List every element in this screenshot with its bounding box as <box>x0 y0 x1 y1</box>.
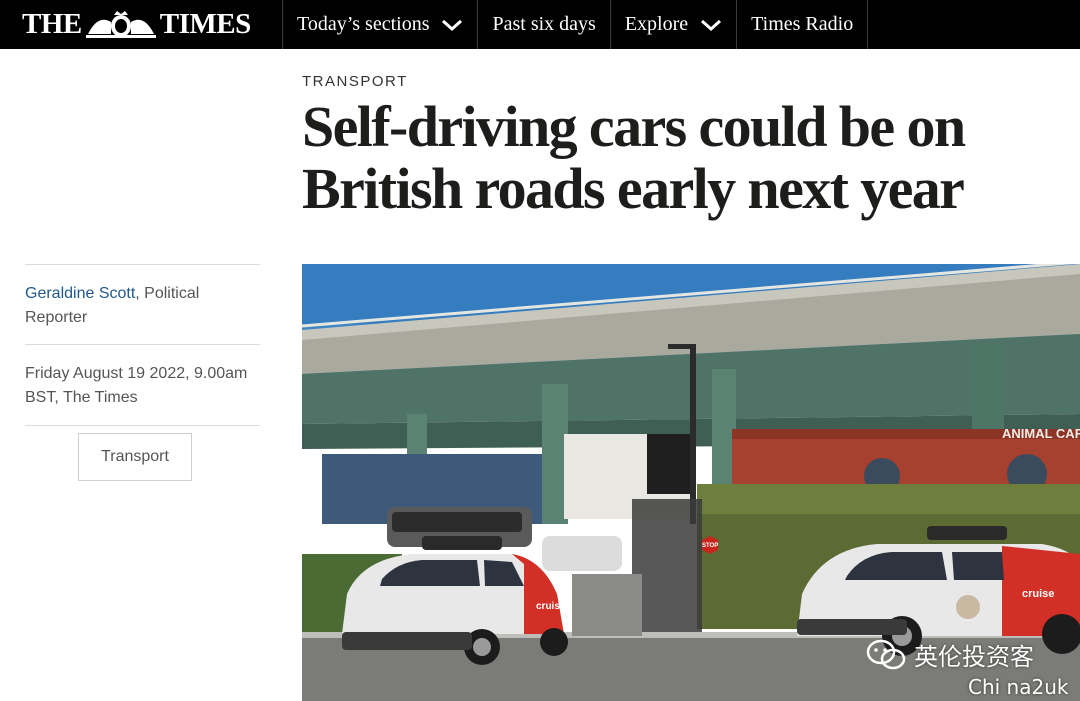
publish-date: Friday August 19 2022, 9.00am BST, The T… <box>25 365 248 406</box>
top-navigation-bar: THE TIMES Today’s sections Past six days… <box>0 0 1080 49</box>
logo-word-times: TIMES <box>159 8 251 40</box>
author-link[interactable]: Geraldine Scott <box>25 285 135 302</box>
byline: Geraldine Scott, Political Reporter <box>25 265 260 344</box>
article-headline: Self-driving cars could be on British ro… <box>302 96 1062 220</box>
nav-times-radio-label: Times Radio <box>751 13 854 35</box>
car-brand-right: cruise <box>1022 588 1054 600</box>
building-sign: ANIMAL CARE <box>1002 426 1080 441</box>
nav-times-radio[interactable]: Times Radio <box>736 0 869 49</box>
wechat-watermark-text: 英伦投资客 <box>914 643 1034 671</box>
headline-line-1: Self-driving cars could be on <box>302 94 966 159</box>
nav-todays-sections-label: Today’s sections <box>297 13 430 35</box>
article-meta: Geraldine Scott, Political Reporter Frid… <box>25 264 260 426</box>
nav-past-six-days[interactable]: Past six days <box>477 0 609 49</box>
topic-tag-button[interactable]: Transport <box>78 433 192 481</box>
nav-explore-label: Explore <box>624 13 689 35</box>
site-watermark: Chi na2uk <box>968 675 1069 699</box>
times-logo[interactable]: THE TIMES <box>0 0 282 49</box>
nav-todays-sections[interactable]: Today’s sections <box>282 0 477 49</box>
royal-crest-icon <box>85 10 156 38</box>
divider <box>25 425 260 426</box>
car-brand-left: cruise <box>536 601 566 612</box>
logo-word-the: THE <box>22 8 82 40</box>
nav-past-six-days-label: Past six days <box>492 13 596 35</box>
wechat-icon <box>866 639 906 669</box>
wechat-watermark: 英伦投资客 <box>866 637 1034 672</box>
stop-sign-text: STOP <box>702 543 718 549</box>
nav-explore[interactable]: Explore <box>609 0 736 49</box>
headline-line-2: British roads early next year <box>302 156 965 221</box>
section-label[interactable]: TRANSPORT <box>302 73 408 90</box>
chevron-down-icon <box>701 19 722 31</box>
hero-image: ANIMAL CARE STOP <box>302 264 1080 701</box>
chevron-down-icon <box>442 19 463 31</box>
